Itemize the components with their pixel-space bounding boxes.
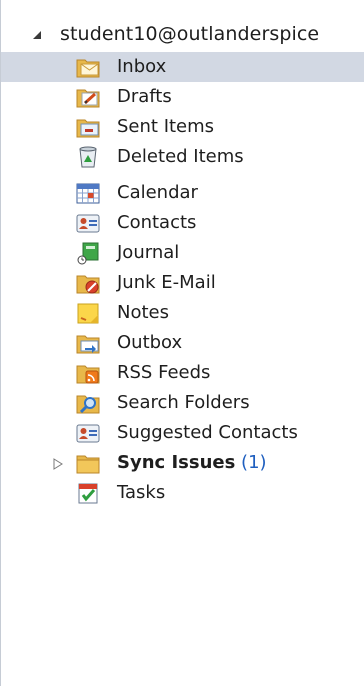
folder-label: Contacts bbox=[117, 212, 197, 233]
folder-rss-feeds[interactable]: RSS Feeds bbox=[1, 358, 364, 388]
outbox-icon bbox=[76, 335, 100, 354]
folder-deleted-items[interactable]: Deleted Items bbox=[1, 142, 364, 172]
folder-suggested-contacts[interactable]: Suggested Contacts bbox=[1, 418, 364, 448]
contacts-icon bbox=[76, 214, 100, 233]
folder-label: Search Folders bbox=[117, 392, 250, 413]
folder-label: Deleted Items bbox=[117, 146, 244, 167]
search-folders-icon bbox=[76, 395, 100, 414]
folder-pane: student10@outlanderspice Inbox Drafts Se… bbox=[0, 0, 364, 686]
expand-triangle-icon[interactable] bbox=[53, 458, 63, 470]
folder-notes[interactable]: Notes bbox=[1, 298, 364, 328]
junk-email-icon bbox=[76, 275, 100, 294]
folder-label: RSS Feeds bbox=[117, 362, 211, 383]
folder-sync-issues[interactable]: Sync Issues (1) bbox=[1, 448, 364, 478]
folder-label: Sent Items bbox=[117, 116, 215, 137]
collapse-triangle-icon[interactable] bbox=[32, 30, 42, 40]
folder-junk-email[interactable]: Junk E-Mail bbox=[1, 268, 364, 298]
folder-inbox[interactable]: Inbox bbox=[1, 52, 364, 82]
folder-contacts[interactable]: Contacts bbox=[1, 208, 364, 238]
deleted-items-icon bbox=[79, 146, 97, 168]
sync-issues-folder-icon bbox=[76, 455, 100, 474]
tasks-icon bbox=[78, 483, 98, 504]
folder-outbox[interactable]: Outbox bbox=[1, 328, 364, 358]
folder-label: Journal bbox=[117, 242, 180, 263]
notes-icon bbox=[77, 303, 99, 324]
folder-search-folders[interactable]: Search Folders bbox=[1, 388, 364, 418]
account-node[interactable]: student10@outlanderspice bbox=[1, 22, 364, 48]
sent-items-icon bbox=[76, 119, 100, 138]
folder-label: Drafts bbox=[117, 86, 172, 107]
folder-label: Calendar bbox=[117, 182, 198, 203]
unread-count: (1) bbox=[241, 452, 267, 473]
folder-label: Tasks bbox=[117, 482, 166, 503]
folder-label: Junk E-Mail bbox=[117, 272, 216, 293]
folder-label: Notes bbox=[117, 302, 169, 323]
folder-sent-items[interactable]: Sent Items bbox=[1, 112, 364, 142]
folder-journal[interactable]: Journal bbox=[1, 238, 364, 268]
journal-icon bbox=[77, 242, 99, 265]
folder-label: Sync Issues bbox=[117, 452, 236, 473]
calendar-icon bbox=[76, 183, 100, 204]
suggested-contacts-icon bbox=[76, 424, 100, 443]
account-name: student10@outlanderspice bbox=[60, 23, 320, 45]
rss-feeds-icon bbox=[76, 365, 100, 384]
folder-label: Suggested Contacts bbox=[117, 422, 298, 443]
folder-tasks[interactable]: Tasks bbox=[1, 478, 364, 508]
folder-label-group: Sync Issues (1) bbox=[117, 452, 267, 473]
inbox-icon bbox=[76, 59, 100, 78]
drafts-icon bbox=[76, 89, 100, 108]
folder-label: Inbox bbox=[117, 56, 167, 77]
folder-label: Outbox bbox=[117, 332, 183, 353]
folder-drafts[interactable]: Drafts bbox=[1, 82, 364, 112]
folder-calendar[interactable]: Calendar bbox=[1, 178, 364, 208]
